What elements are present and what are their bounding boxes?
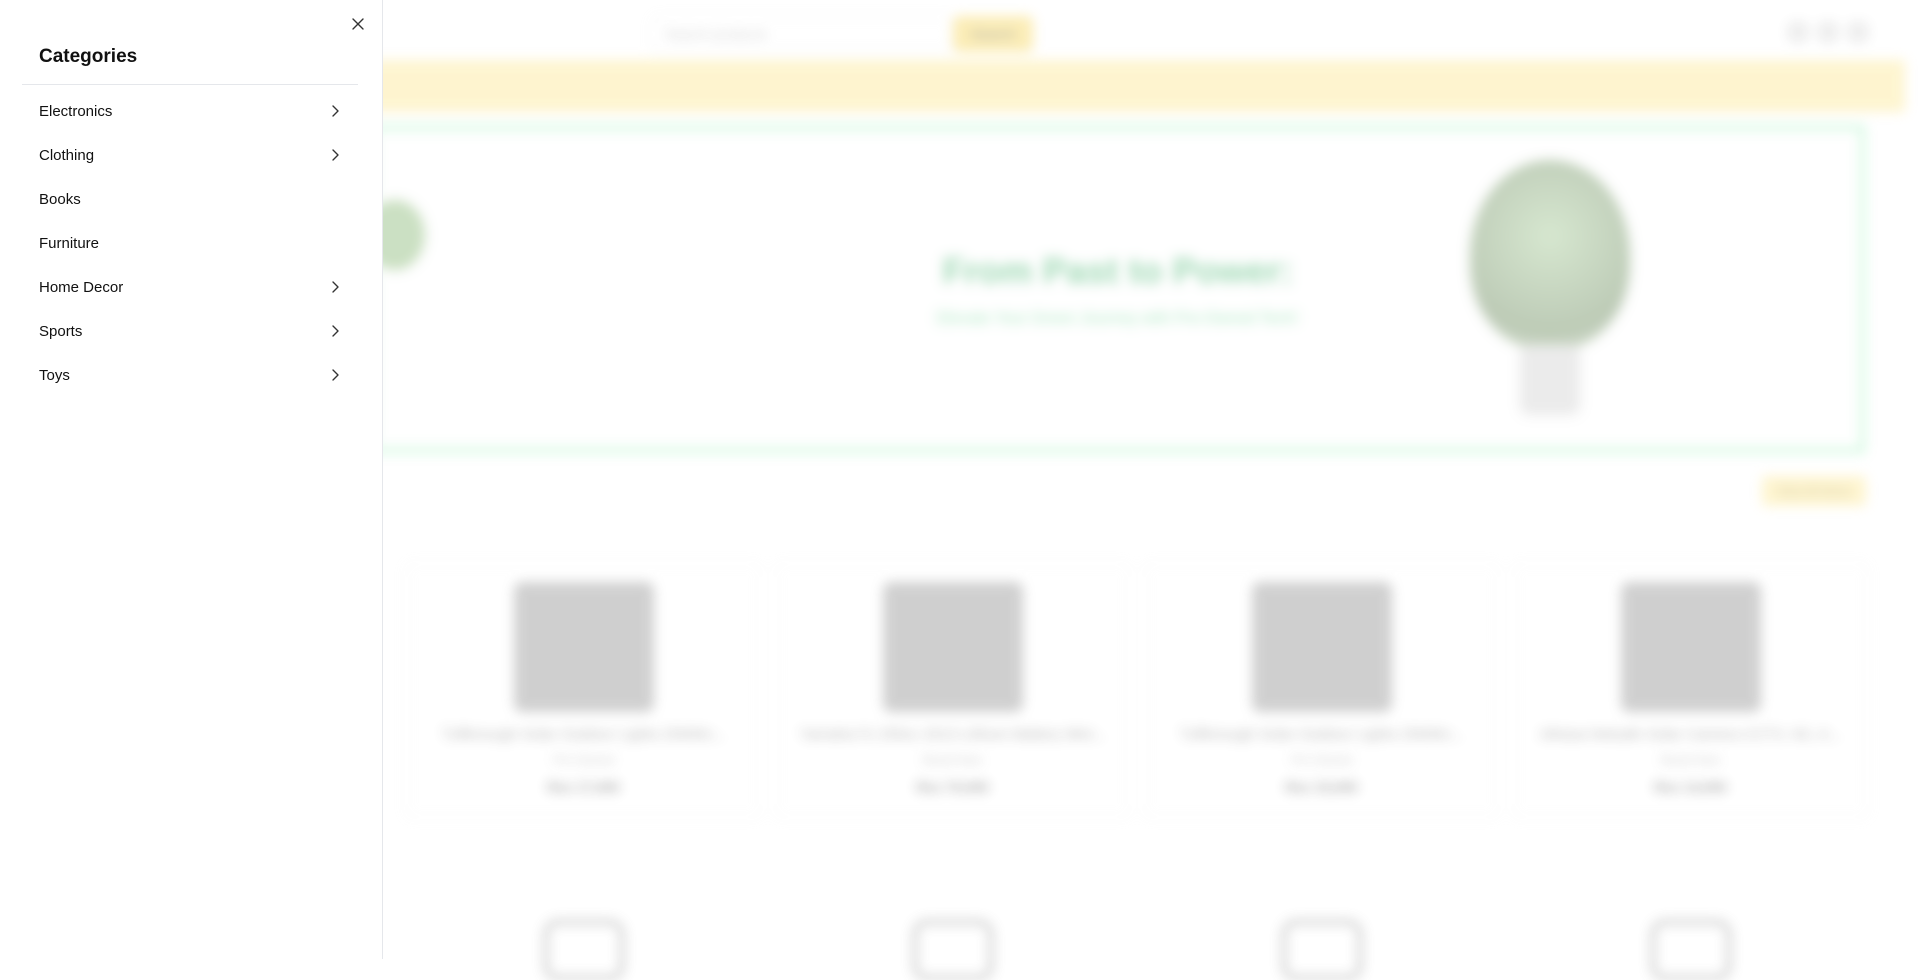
drawer-divider xyxy=(22,84,358,85)
product-card[interactable] xyxy=(1144,920,1499,980)
category-list: Electronics Clothing Books Furniture Hom… xyxy=(0,89,383,397)
product-title: Tuffenough Solar Outdoor Lights 2500lm..… xyxy=(1180,726,1463,743)
category-item-home-decor[interactable]: Home Decor xyxy=(0,265,383,309)
product-image xyxy=(1251,582,1392,712)
lightbulb-image xyxy=(1470,160,1630,350)
product-price: Rsx 15,000 xyxy=(1285,779,1358,795)
product-condition: Brand New xyxy=(1660,753,1721,767)
category-item-furniture[interactable]: Furniture xyxy=(0,221,383,265)
product-card[interactable]: Athasa Netsafe Solar Camera CCTV, 4G, A.… xyxy=(1513,563,1868,818)
search-input[interactable]: Search products xyxy=(652,16,952,52)
chevron-right-icon[interactable] xyxy=(328,148,342,162)
chevron-right-icon[interactable] xyxy=(328,104,342,118)
category-label: Clothing xyxy=(39,146,95,164)
category-item-sports[interactable]: Sports xyxy=(0,309,383,353)
close-button[interactable] xyxy=(348,14,368,34)
category-label: Furniture xyxy=(39,234,100,252)
search-button[interactable]: Search xyxy=(953,16,1033,52)
product-image xyxy=(1281,920,1362,980)
product-card[interactable]: Tuffenough Solar Outdoor Lights 2500lm..… xyxy=(406,563,761,818)
category-item-electronics[interactable]: Electronics xyxy=(0,89,383,133)
chevron-right-icon[interactable] xyxy=(328,324,342,338)
product-title: Yamaha Fz 250cc 2013 Lithium Battery Min… xyxy=(799,726,1106,743)
product-card[interactable] xyxy=(775,920,1130,980)
product-card[interactable]: Yamaha Fz 250cc 2013 Lithium Battery Min… xyxy=(775,563,1130,818)
category-item-books[interactable]: Books xyxy=(0,177,383,221)
category-item-clothing[interactable]: Clothing xyxy=(0,133,383,177)
category-label: Electronics xyxy=(39,102,113,120)
product-condition: Pre-Owned xyxy=(553,753,614,767)
hero-banner: From Past to Power: Elevate Your Green J… xyxy=(365,125,1865,453)
product-price: Rsx 70,000 xyxy=(916,779,989,795)
chevron-right-icon[interactable] xyxy=(328,280,342,294)
product-card[interactable] xyxy=(1513,920,1868,980)
hero-subtitle: Elevate Your Green Journey with Pre-Owne… xyxy=(937,310,1298,327)
product-image xyxy=(1620,582,1761,712)
menu-icon[interactable] xyxy=(1850,24,1866,40)
header-icons xyxy=(1790,24,1866,40)
product-title: Tuffenough Solar Outdoor Lights 2500lm..… xyxy=(442,726,725,743)
category-label: Sports xyxy=(39,322,83,340)
product-title: Athasa Netsafe Solar Camera CCTV, 4G, A.… xyxy=(1539,726,1842,743)
lightbulb-base xyxy=(1520,345,1580,415)
drawer-title: Categories xyxy=(39,46,138,67)
product-image xyxy=(1650,920,1731,980)
product-condition: Pre-Owned xyxy=(1291,753,1352,767)
product-price: Rsx 17,000 xyxy=(547,779,620,795)
close-icon xyxy=(352,18,364,30)
product-grid: Tuffenough Solar Outdoor Lights 2500lm..… xyxy=(406,563,1868,818)
category-item-toys[interactable]: Toys xyxy=(0,353,383,397)
product-card[interactable] xyxy=(406,920,761,980)
product-image xyxy=(882,582,1023,712)
category-label: Toys xyxy=(39,366,70,384)
categories-drawer: Categories Electronics Clothing Books Fu… xyxy=(0,0,383,959)
product-image xyxy=(513,582,654,712)
product-image xyxy=(543,920,624,980)
category-label: Home Decor xyxy=(39,278,124,296)
user-icon[interactable] xyxy=(1790,24,1806,40)
chevron-right-icon[interactable] xyxy=(328,368,342,382)
product-grid-row-2 xyxy=(406,920,1868,980)
product-card[interactable]: Tuffenough Solar Outdoor Lights 2500lm..… xyxy=(1144,563,1499,818)
hero-title: From Past to Power: xyxy=(942,250,1293,291)
category-label: Books xyxy=(39,190,81,208)
product-price: Rsx 14,000 xyxy=(1654,779,1727,795)
product-condition: Brand New xyxy=(922,753,983,767)
view-all-button[interactable]: View All Items xyxy=(1762,476,1866,506)
product-image xyxy=(912,920,993,980)
cart-icon[interactable] xyxy=(1820,24,1836,40)
